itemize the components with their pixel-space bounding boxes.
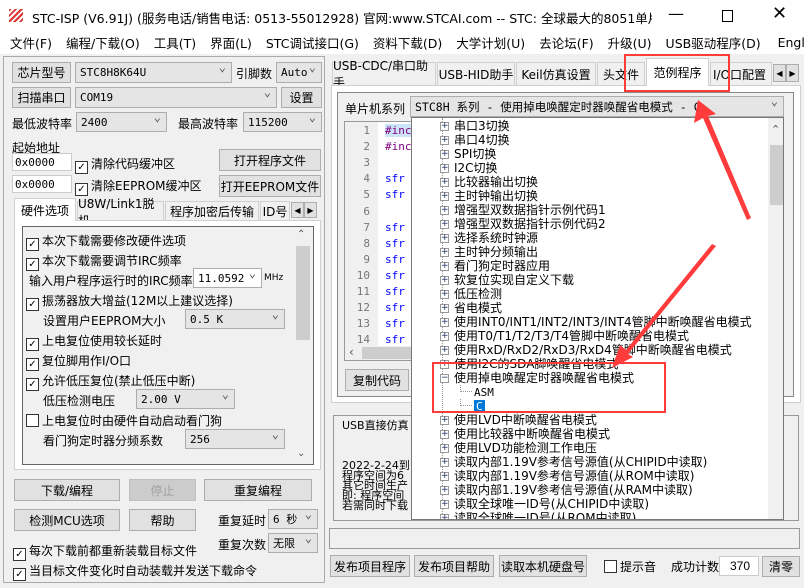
arrow-down-icon	[612, 244, 716, 368]
arrow-up-icon	[694, 100, 751, 220]
annotation-arrows	[612, 100, 751, 368]
